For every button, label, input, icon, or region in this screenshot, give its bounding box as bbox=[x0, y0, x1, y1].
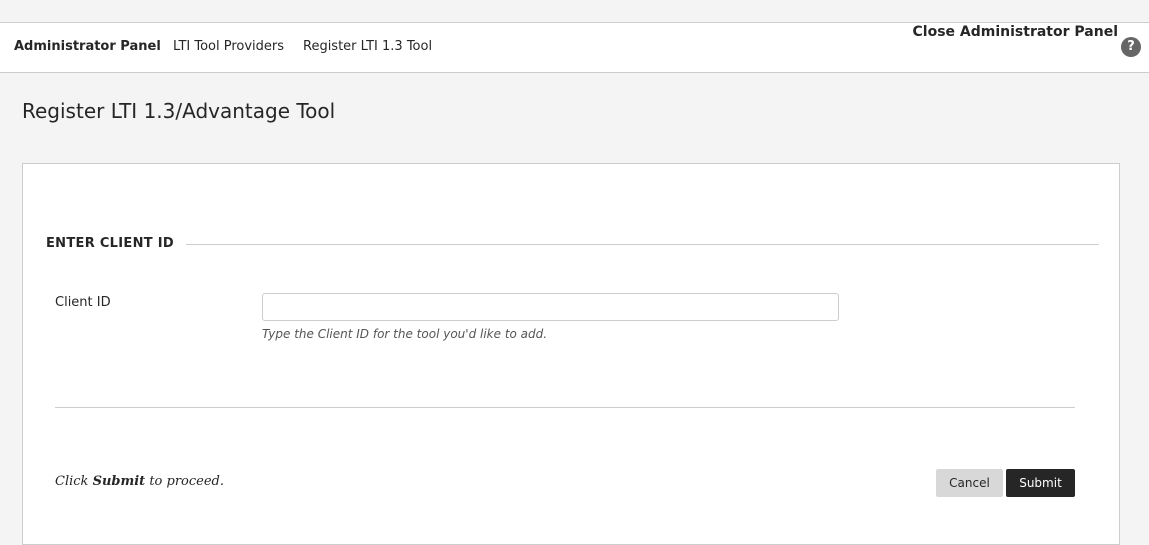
footer-divider bbox=[55, 407, 1075, 408]
page-title: Register LTI 1.3/Advantage Tool bbox=[22, 99, 336, 123]
submit-button[interactable]: Submit bbox=[1006, 469, 1075, 497]
top-strip bbox=[0, 0, 1149, 23]
client-id-label: Client ID bbox=[55, 295, 111, 310]
breadcrumb-lti-tool-providers[interactable]: LTI Tool Providers bbox=[173, 39, 284, 54]
cancel-button[interactable]: Cancel bbox=[936, 469, 1003, 497]
breadcrumb-administrator-panel[interactable]: Administrator Panel bbox=[14, 39, 161, 54]
question-icon[interactable]: ? bbox=[1121, 37, 1141, 57]
section-title: ENTER CLIENT ID bbox=[46, 236, 186, 251]
client-id-input[interactable] bbox=[262, 293, 839, 321]
submit-hint-strong: Submit bbox=[92, 474, 146, 489]
submit-hint-prefix: Click bbox=[55, 474, 93, 489]
section-divider bbox=[173, 244, 1099, 245]
form-panel: ENTER CLIENT ID Client ID Type the Clien… bbox=[22, 163, 1120, 545]
submit-hint: Click Submit to proceed. bbox=[55, 474, 224, 489]
client-id-help-text: Type the Client ID for the tool you'd li… bbox=[262, 327, 548, 341]
breadcrumb-register-lti-tool: Register LTI 1.3 Tool bbox=[303, 39, 433, 54]
submit-hint-suffix: to proceed. bbox=[145, 474, 225, 489]
close-administrator-panel-link[interactable]: Close Administrator Panel bbox=[913, 24, 1118, 40]
